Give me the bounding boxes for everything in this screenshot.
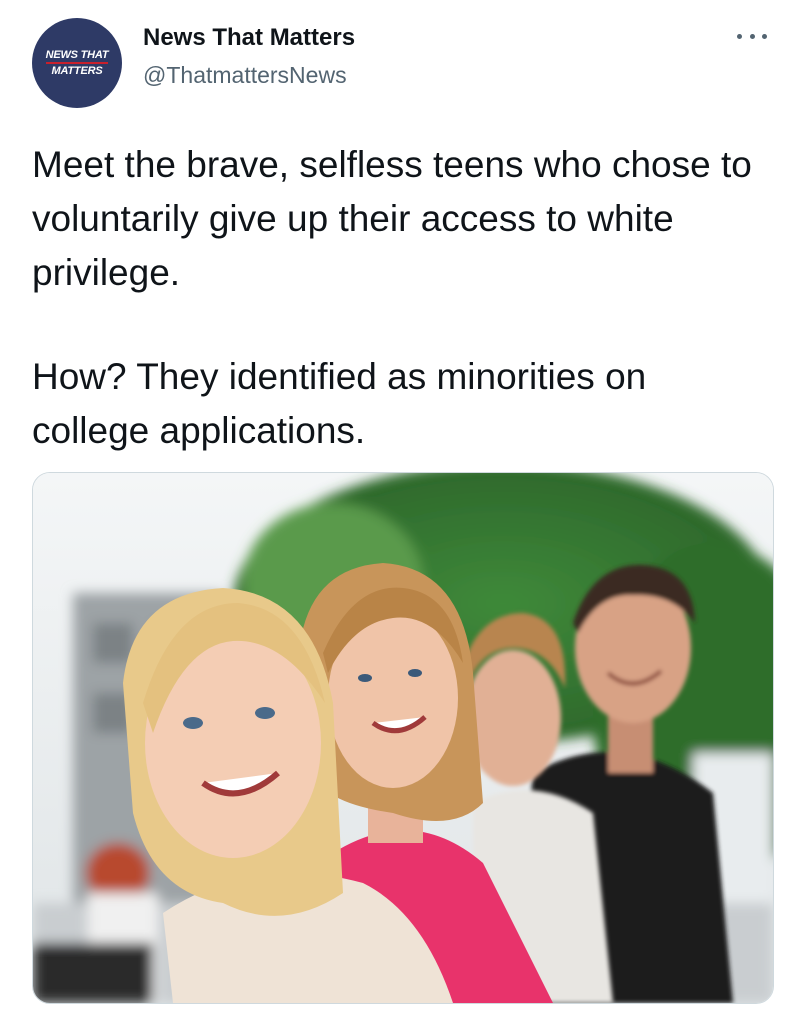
avatar-text-bottom: MATTERS [51, 65, 103, 77]
more-options-button[interactable] [737, 26, 767, 46]
photo-of-four-smiling-teens [33, 473, 773, 1003]
tweet-paragraph: Meet the brave, selfless teens who chose… [32, 144, 752, 293]
tweet-paragraph: How? They identified as minorities on co… [32, 356, 647, 451]
avatar[interactable]: NEWS THAT MATTERS [32, 18, 122, 108]
avatar-text-top: NEWS THAT [45, 49, 109, 61]
ellipsis-icon [749, 33, 755, 39]
tweet-text: Meet the brave, selfless teens who chose… [32, 138, 762, 458]
tweet-photo[interactable] [32, 472, 774, 1004]
author-handle[interactable]: @ThatmattersNews [143, 62, 347, 89]
author-name[interactable]: News That Matters [143, 24, 355, 52]
ellipsis-icon [762, 33, 767, 39]
avatar-divider [46, 62, 108, 64]
ellipsis-icon [737, 33, 742, 39]
